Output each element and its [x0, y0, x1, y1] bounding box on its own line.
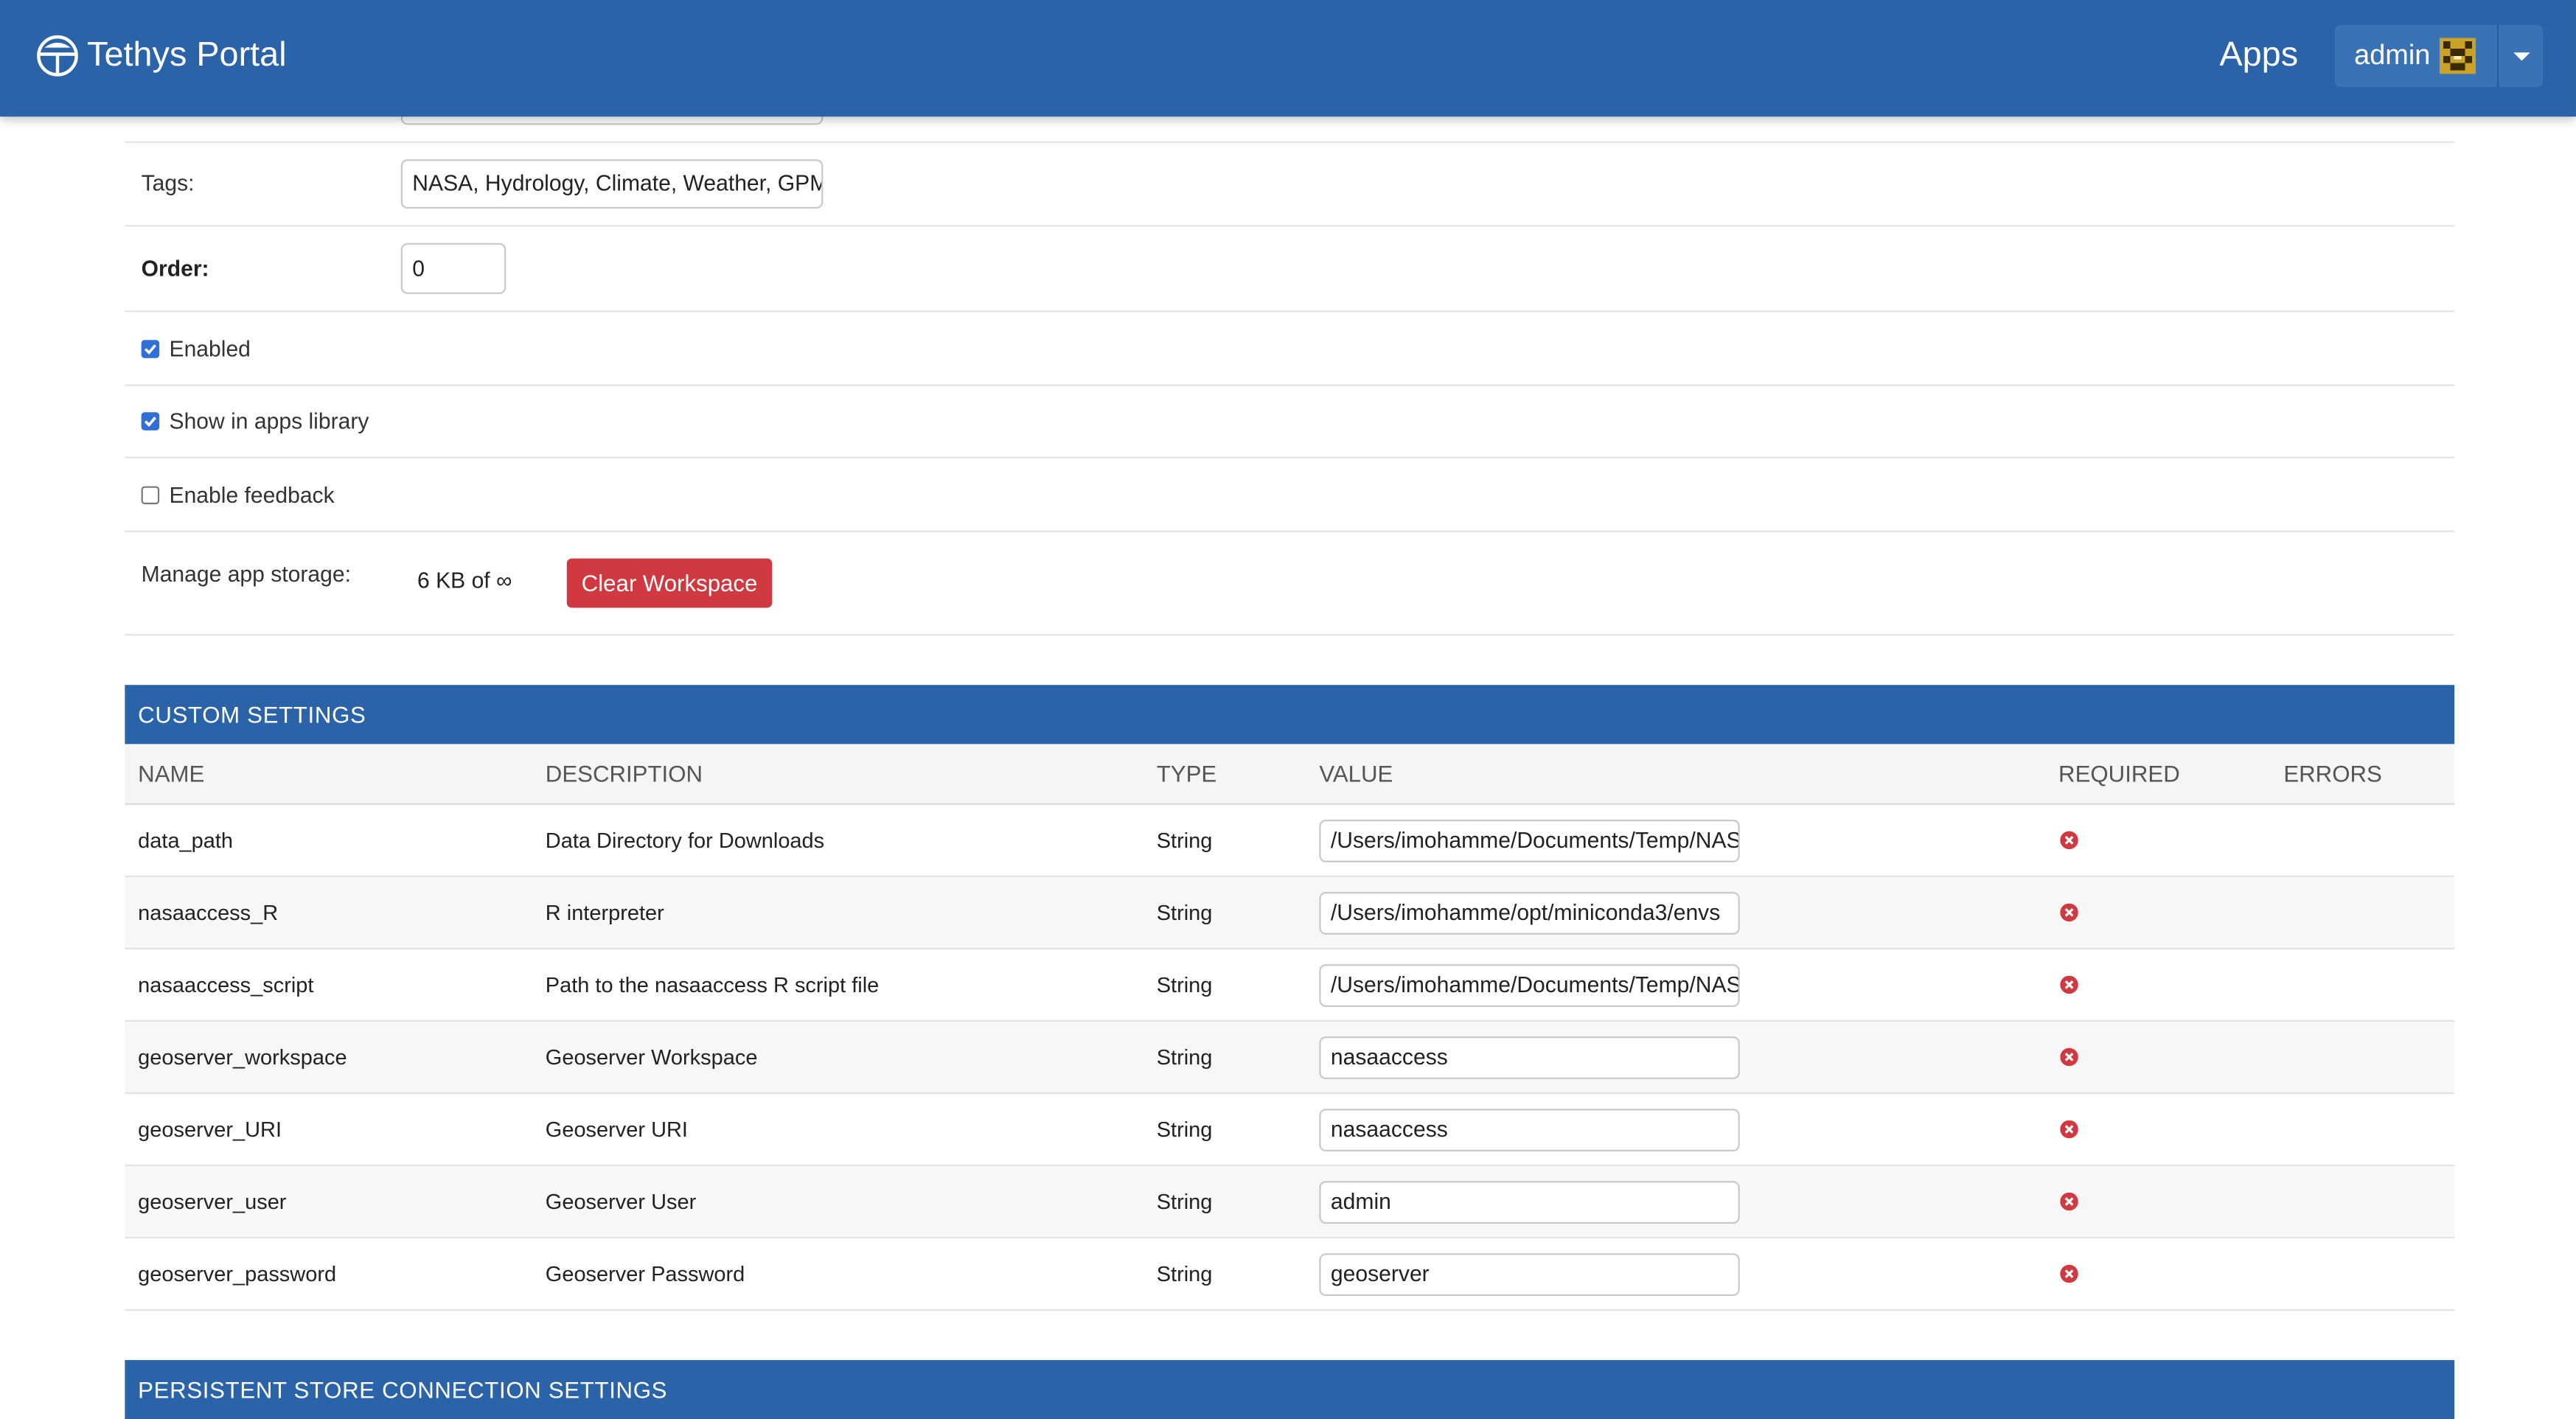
user-avatar-icon — [2440, 38, 2476, 74]
divider — [125, 530, 2455, 532]
divider — [125, 634, 2455, 636]
custom-settings-header: CUSTOM SETTINGS — [125, 685, 2455, 745]
user-menu-button[interactable]: admin — [2334, 24, 2498, 88]
setting-description: Path to the nasaaccess R script file — [545, 972, 880, 997]
nav-apps-link[interactable]: Apps — [2219, 36, 2298, 75]
table-row: geoserver_URI Geoserver URI String nasaacce… — [125, 1094, 2455, 1167]
col-errors: ERRORS — [2283, 760, 2382, 787]
divider — [125, 384, 2455, 386]
x-circle-icon — [2060, 1264, 2078, 1283]
caret-down-icon — [2513, 52, 2530, 60]
setting-value: admin — [1330, 1189, 1391, 1214]
order-value: 0 — [412, 256, 425, 282]
table-body: data_path Data Directory for Downloads Str… — [125, 805, 2455, 1311]
x-circle-icon — [2060, 903, 2078, 922]
storage-label: Manage app storage: — [141, 562, 351, 587]
setting-value: nasaaccess — [1330, 1045, 1448, 1070]
setting-value: /Users/imohamme/Documents/Temp/NASA — [1330, 828, 1740, 853]
table-row: data_path Data Directory for Downloads Str… — [125, 805, 2455, 877]
table-row: geoserver_workspace Geoserver Workspace St… — [125, 1022, 2455, 1095]
show-in-library-checkbox[interactable] — [141, 412, 160, 430]
table-row: geoserver_password Geoserver Password Stri… — [125, 1238, 2455, 1311]
setting-value-input[interactable]: /Users/imohamme/Documents/Temp/NASA — [1319, 964, 1740, 1007]
setting-value-input[interactable]: geoserver — [1319, 1253, 1740, 1297]
setting-name: geoserver_URI — [138, 1117, 282, 1142]
x-circle-icon — [2060, 1120, 2078, 1139]
tethys-logo-icon — [37, 35, 78, 77]
brand-name: Tethys Portal — [87, 36, 287, 74]
setting-description: Geoserver Password — [545, 1261, 745, 1286]
table-row: nasaaccess_R R interpreter String/Users/im… — [125, 876, 2455, 949]
enable-feedback-label: Enable feedback — [169, 483, 335, 508]
storage-value: 6 KB of ∞ — [417, 568, 512, 593]
show-in-library-checkbox-row[interactable]: Show in apps library — [141, 408, 369, 434]
divider — [125, 141, 2455, 143]
setting-name: geoserver_password — [138, 1261, 337, 1286]
enabled-checkbox-row[interactable]: Enabled — [141, 336, 251, 362]
order-input[interactable]: 0 — [400, 243, 507, 294]
setting-description: Geoserver User — [545, 1189, 697, 1214]
setting-description: Geoserver Workspace — [545, 1045, 758, 1070]
persistent-store-title: PERSISTENT STORE CONNECTION SETTINGS — [138, 1376, 668, 1403]
clear-workspace-button[interactable]: Clear Workspace — [566, 558, 773, 608]
col-type: TYPE — [1156, 760, 1217, 787]
setting-name: nasaaccess_R — [138, 900, 279, 925]
x-circle-icon — [2060, 975, 2078, 994]
x-circle-icon — [2060, 831, 2078, 850]
tags-input[interactable]: NASA, Hydrology, Climate, Weather, GPM — [400, 159, 824, 209]
setting-type: String — [1156, 900, 1213, 925]
tags-label: Tags: — [141, 170, 195, 196]
custom-settings-table: NAME DESCRIPTION TYPE VALUE REQUIRED ERR… — [125, 744, 2455, 1311]
tags-value: NASA, Hydrology, Climate, Weather, GPM — [412, 170, 824, 196]
setting-value-input[interactable]: admin — [1319, 1181, 1740, 1224]
setting-value: nasaaccess — [1330, 1117, 1448, 1142]
enabled-label: Enabled — [169, 336, 251, 362]
setting-type: String — [1156, 828, 1213, 853]
enable-feedback-checkbox-row[interactable]: Enable feedback — [141, 483, 335, 508]
brand-link[interactable]: Tethys Portal — [36, 33, 287, 79]
check-icon — [144, 344, 156, 355]
table-row: nasaaccess_script Path to the nasaaccess … — [125, 949, 2455, 1022]
show-in-library-label: Show in apps library — [169, 408, 369, 434]
table-header: NAME DESCRIPTION TYPE VALUE REQUIRED ERR… — [125, 744, 2455, 805]
setting-type: String — [1156, 1117, 1213, 1142]
setting-value: geoserver — [1330, 1261, 1430, 1286]
setting-description: Data Directory for Downloads — [545, 828, 825, 853]
col-name: NAME — [138, 760, 205, 787]
setting-value: /Users/imohamme/Documents/Temp/NASA — [1330, 972, 1740, 997]
top-navbar: Tethys Portal Apps admin — [0, 0, 2576, 117]
user-menu-dropdown-toggle[interactable] — [2497, 24, 2544, 88]
table-row: geoserver_user Geoserver User String admin — [125, 1166, 2455, 1239]
col-description: DESCRIPTION — [545, 760, 703, 787]
setting-description: R interpreter — [545, 900, 664, 925]
setting-name: nasaaccess_script — [138, 972, 314, 997]
setting-name: geoserver_user — [138, 1189, 287, 1214]
divider — [125, 310, 2455, 313]
setting-type: String — [1156, 1189, 1213, 1214]
check-icon — [144, 416, 156, 428]
setting-value-input[interactable]: /Users/imohamme/opt/miniconda3/envs — [1319, 891, 1740, 935]
custom-settings-title: CUSTOM SETTINGS — [138, 701, 366, 728]
x-circle-icon — [2060, 1047, 2078, 1067]
divider — [125, 456, 2455, 459]
setting-value-input[interactable]: nasaaccess — [1319, 1036, 1740, 1079]
persistent-store-header: PERSISTENT STORE CONNECTION SETTINGS — [125, 1360, 2455, 1419]
x-circle-icon — [2060, 1192, 2078, 1211]
col-value: VALUE — [1319, 760, 1393, 787]
setting-name: geoserver_workspace — [138, 1045, 347, 1070]
divider — [125, 225, 2455, 227]
setting-description: Geoserver URI — [545, 1117, 688, 1142]
order-label: Order: — [141, 256, 209, 282]
setting-name: data_path — [138, 828, 234, 853]
setting-type: String — [1156, 972, 1213, 997]
enable-feedback-checkbox[interactable] — [141, 486, 160, 505]
setting-value-input[interactable]: /Users/imohamme/Documents/Temp/NASA — [1319, 819, 1740, 862]
user-name: admin — [2354, 39, 2431, 71]
enabled-checkbox[interactable] — [141, 340, 160, 358]
col-required: REQUIRED — [2058, 760, 2180, 787]
setting-value: /Users/imohamme/opt/miniconda3/envs — [1330, 900, 1721, 925]
setting-type: String — [1156, 1045, 1213, 1070]
setting-type: String — [1156, 1261, 1213, 1286]
setting-value-input[interactable]: nasaaccess — [1319, 1109, 1740, 1152]
